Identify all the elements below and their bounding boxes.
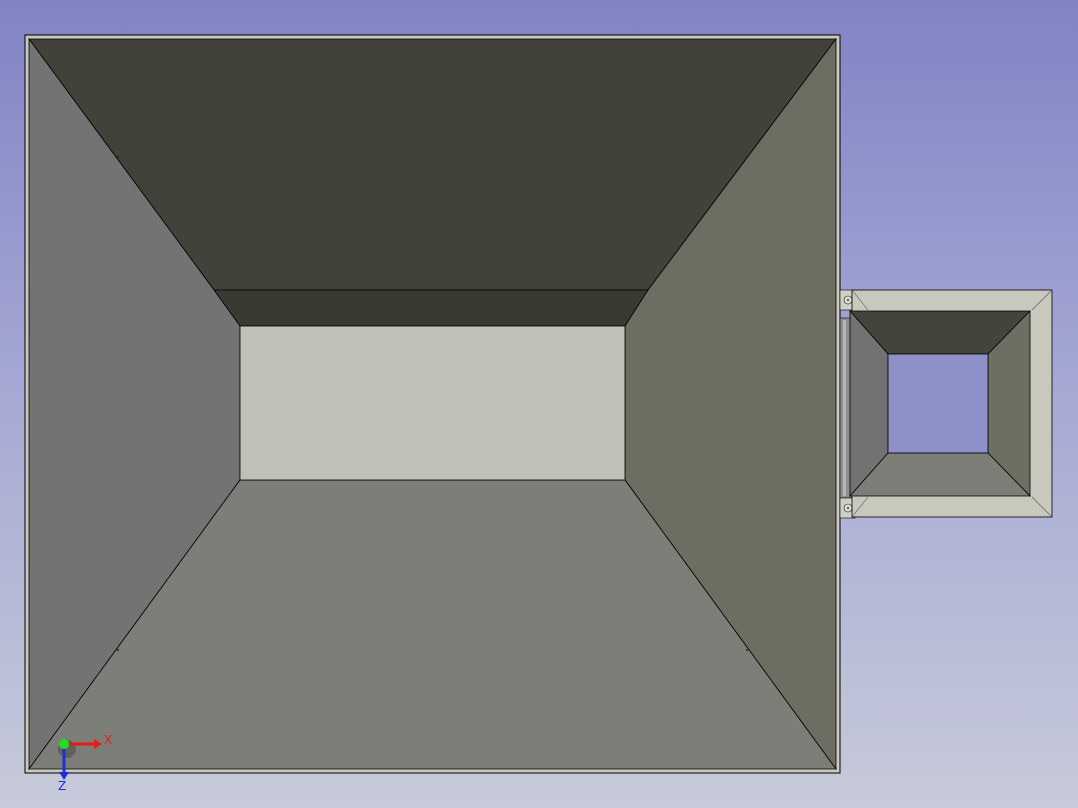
edge-marker [746,156,748,158]
hopper-face-top-lip[interactable] [213,289,649,327]
model-scene[interactable]: X Z [0,0,1078,808]
z-axis-label: Z [58,779,66,793]
edge-marker [117,649,119,651]
3d-viewport[interactable]: X Z [0,0,1078,808]
duct-opening[interactable] [887,353,989,454]
hopper-opening[interactable] [239,325,626,481]
edge-marker [746,649,748,651]
axis-origin [59,739,69,749]
side-duct-model[interactable] [839,289,1053,519]
hinge-highlight [843,320,846,496]
hopper-model[interactable] [24,34,841,774]
edge-marker [117,156,119,158]
x-axis-label: X [104,733,112,747]
